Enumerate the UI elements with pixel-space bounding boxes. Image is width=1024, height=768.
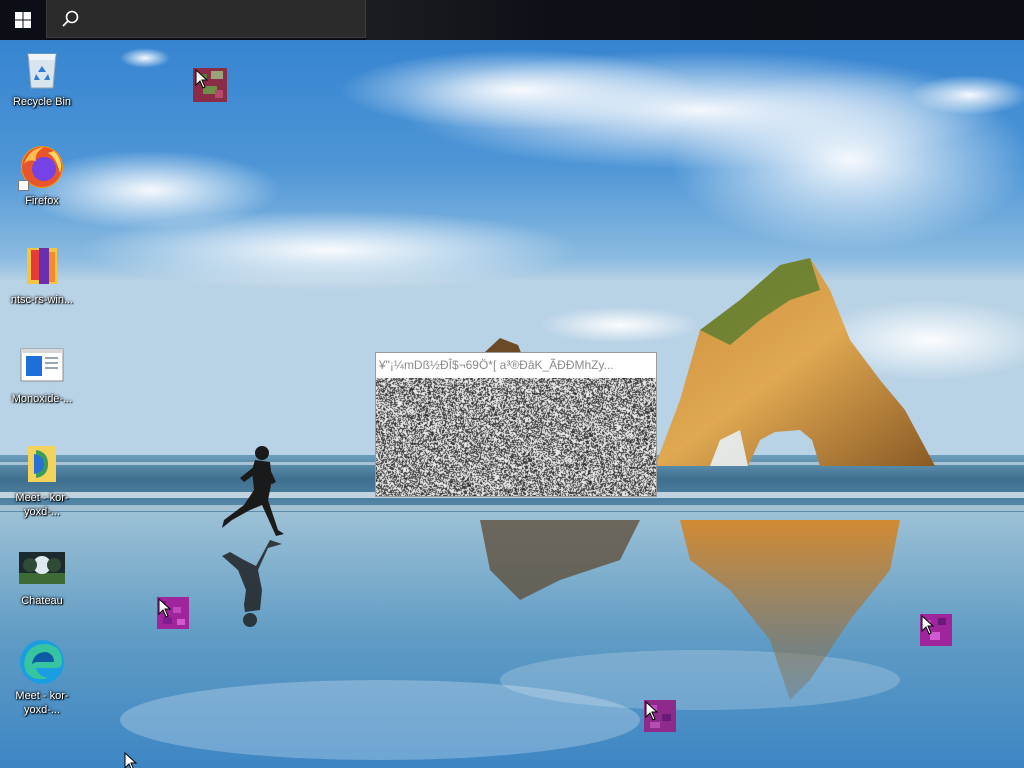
desktop-icon-recycle-bin[interactable]: Recycle Bin	[4, 44, 80, 109]
noise-canvas	[376, 378, 656, 496]
desktop-icon-label: Firefox	[25, 195, 59, 207]
monoxide-icon	[18, 341, 66, 389]
cursor-icon	[158, 598, 172, 618]
meet-icon	[18, 440, 66, 488]
mouse-cursor-icon	[124, 752, 138, 768]
desktop-icon-ntsc-rs[interactable]: ntsc-rs-win...	[4, 242, 80, 307]
desktop-icon-meet-1[interactable]: Meet - kor-yoxd-...	[4, 440, 80, 519]
desktop-icon-label: Recycle Bin	[12, 96, 72, 108]
taskbar-search-box[interactable]	[46, 0, 366, 38]
desktop-icon-meet-2[interactable]: Meet - kor-yoxd-...	[4, 638, 80, 717]
start-button[interactable]	[0, 0, 46, 40]
desktop-icon-label: ntsc-rs-win...	[10, 294, 74, 306]
desktop-icon-monoxide[interactable]: Monoxide-...	[4, 341, 80, 406]
desktop-icon-chateau[interactable]: Chateau	[4, 543, 80, 608]
recycle-bin-icon	[18, 44, 66, 92]
desktop-screen: Recycle Bin Firefox ntsc-rs-win... Monox…	[0, 0, 1024, 768]
desktop-icon-label: Meet - kor-yoxd-...	[15, 492, 69, 518]
desktop-icon-firefox[interactable]: Firefox	[4, 143, 80, 208]
chateau-image-icon	[18, 543, 66, 591]
taskbar-empty-area	[366, 0, 1024, 40]
cursor-icon	[921, 615, 935, 635]
cursor-icon	[645, 701, 659, 721]
shortcut-arrow-icon	[18, 180, 29, 191]
glitch-noise-area	[376, 378, 656, 496]
desktop-icon-label: Monoxide-...	[11, 393, 73, 405]
windows-logo-icon	[15, 12, 31, 28]
desktop-icon-label: Chateau	[21, 595, 63, 607]
taskbar	[0, 0, 1024, 40]
desktop-icon-label: Meet - kor-yoxd-...	[15, 690, 69, 716]
cursor-icon	[195, 69, 209, 89]
firefox-icon	[18, 143, 66, 191]
edge-icon	[18, 638, 66, 686]
glitch-window[interactable]: ¥"¡¼mDß½ÐÎ$¬69Ö*[ a³®ÐâK_ÃÐÐMhZy...	[375, 352, 657, 497]
search-icon	[59, 8, 81, 30]
glitch-window-title[interactable]: ¥"¡¼mDß½ÐÎ$¬69Ö*[ a³®ÐâK_ÃÐÐMhZy...	[376, 353, 656, 378]
ntsc-rs-icon	[18, 242, 66, 290]
search-input[interactable]	[87, 8, 361, 32]
